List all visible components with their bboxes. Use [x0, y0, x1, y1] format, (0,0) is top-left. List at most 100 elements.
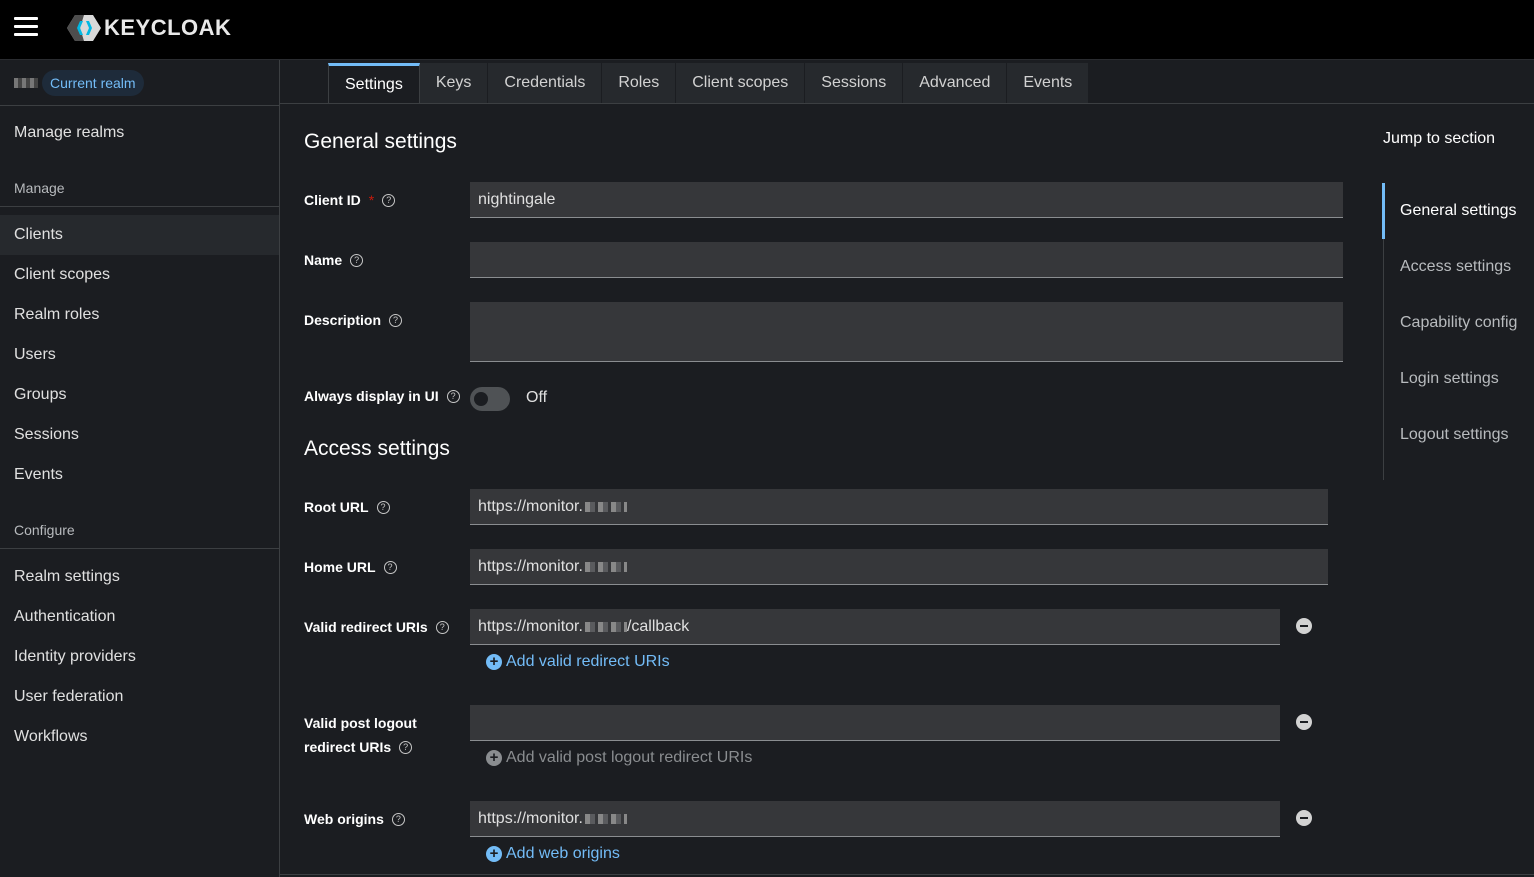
remove-post-logout-uri-icon[interactable]: [1296, 714, 1312, 730]
name-label-text: Name: [304, 252, 343, 268]
jump-list: General settings Access settings Capabil…: [1382, 183, 1534, 480]
tab-credentials[interactable]: Credentials: [488, 63, 603, 103]
client-id-label: Client ID * ?: [304, 188, 396, 212]
redacted-domain: [584, 561, 627, 572]
jump-to-section: Jump to section General settings Access …: [1382, 130, 1533, 480]
brand-name: KEYCLOAK: [104, 15, 232, 40]
tab-events[interactable]: Events: [1007, 63, 1090, 103]
always-display-state: Off: [526, 389, 548, 406]
help-icon[interactable]: ?: [446, 389, 460, 403]
name-label: Name ?: [304, 248, 364, 272]
sidebar-item-user-federation[interactable]: User federation: [0, 677, 279, 717]
sidebar-item-client-scopes[interactable]: Client scopes: [0, 255, 279, 295]
sidebar: Current realm Manage realms Manage Clien…: [0, 60, 280, 877]
redirect-uri-prefix: https://monitor.: [478, 617, 583, 635]
jump-item-login-settings[interactable]: Login settings: [1384, 351, 1534, 407]
help-icon[interactable]: ?: [435, 620, 449, 634]
jump-item-access-settings[interactable]: Access settings: [1384, 239, 1534, 295]
home-url-label: Home URL ?: [304, 555, 397, 579]
tab-advanced[interactable]: Advanced: [903, 63, 1008, 103]
post-logout-label-line2: redirect URIs: [304, 739, 392, 755]
help-icon[interactable]: ?: [383, 560, 397, 574]
sidebar-item-sessions[interactable]: Sessions: [0, 415, 279, 455]
web-origins-input[interactable]: https://monitor.: [470, 801, 1280, 837]
sidebar-item-clients[interactable]: Clients: [0, 215, 279, 255]
web-origins-value: https://monitor.: [478, 809, 583, 827]
always-display-label: Always display in UI ?: [304, 384, 460, 408]
help-icon[interactable]: ?: [382, 193, 396, 207]
home-url-input[interactable]: https://monitor.: [470, 549, 1328, 585]
hamburger-icon[interactable]: [14, 14, 38, 38]
post-logout-label: Valid post logout redirect URIs ?: [304, 711, 417, 759]
section-label-configure: Configure: [0, 513, 279, 549]
help-icon[interactable]: ?: [391, 812, 405, 826]
client-id-label-text: Client ID: [304, 192, 361, 208]
required-marker: *: [368, 192, 375, 208]
tab-client-scopes[interactable]: Client scopes: [676, 63, 806, 103]
redirect-uri-input[interactable]: https://monitor. /callback: [470, 609, 1280, 645]
sidebar-item-manage-realms[interactable]: Manage realms: [0, 113, 279, 153]
realm-selector[interactable]: Current realm: [0, 60, 279, 106]
keycloak-logo-icon: [67, 15, 101, 41]
help-icon[interactable]: ?: [389, 313, 403, 327]
root-url-label-text: Root URL: [304, 499, 369, 515]
description-textarea[interactable]: [470, 302, 1343, 362]
sidebar-item-realm-roles[interactable]: Realm roles: [0, 295, 279, 335]
add-redirect-uri-button[interactable]: + Add valid redirect URIs: [486, 653, 670, 671]
sidebar-item-identity-providers[interactable]: Identity providers: [0, 637, 279, 677]
redirect-uris-label: Valid redirect URIs ?: [304, 615, 449, 639]
access-settings-heading: Access settings: [304, 437, 450, 460]
client-id-input[interactable]: nightingale: [470, 182, 1343, 218]
home-url-value: https://monitor.: [478, 557, 583, 575]
general-settings-heading: General settings: [304, 130, 457, 153]
redirect-uri-suffix: /callback: [626, 617, 690, 635]
section-label-manage: Manage: [0, 171, 279, 207]
remove-web-origin-icon[interactable]: [1296, 810, 1312, 826]
tab-keys[interactable]: Keys: [419, 63, 489, 103]
help-icon[interactable]: ?: [350, 253, 364, 267]
tab-settings[interactable]: Settings: [328, 63, 420, 103]
redacted-domain: [584, 501, 627, 512]
add-web-origins-label: Add web origins: [506, 845, 620, 862]
redacted-domain: [584, 621, 627, 632]
home-url-label-text: Home URL: [304, 559, 376, 575]
tabs-divider: [280, 103, 1534, 104]
sidebar-item-authentication[interactable]: Authentication: [0, 597, 279, 637]
add-web-origins-button[interactable]: + Add web origins: [486, 845, 620, 863]
current-realm-badge: Current realm: [42, 69, 144, 96]
jump-item-capability-config[interactable]: Capability config: [1384, 295, 1534, 351]
masthead: KEYCLOAK: [0, 0, 1534, 60]
jump-item-general-settings[interactable]: General settings: [1382, 183, 1534, 239]
always-display-toggle[interactable]: [470, 387, 510, 411]
root-url-label: Root URL ?: [304, 495, 390, 519]
root-url-input[interactable]: https://monitor.: [470, 489, 1328, 525]
root-url-value: https://monitor.: [478, 497, 583, 515]
jump-item-logout-settings[interactable]: Logout settings: [1384, 407, 1534, 463]
sidebar-item-workflows[interactable]: Workflows: [0, 717, 279, 757]
description-label: Description ?: [304, 308, 403, 332]
sidebar-item-events[interactable]: Events: [0, 455, 279, 495]
post-logout-label-line1: Valid post logout: [304, 715, 417, 731]
tab-sessions[interactable]: Sessions: [805, 63, 904, 103]
name-input[interactable]: [470, 242, 1343, 278]
content-bottom-divider: [280, 874, 1534, 875]
keycloak-logo[interactable]: KEYCLOAK: [66, 12, 231, 44]
sidebar-item-groups[interactable]: Groups: [0, 375, 279, 415]
web-origins-label: Web origins ?: [304, 807, 405, 831]
remove-redirect-uri-icon[interactable]: [1296, 618, 1312, 634]
post-logout-label-line2-wrap: redirect URIs ?: [304, 735, 413, 759]
add-post-logout-uri-button[interactable]: + Add valid post logout redirect URIs: [486, 749, 752, 767]
tab-roles[interactable]: Roles: [602, 63, 677, 103]
plus-circle-icon: +: [486, 654, 502, 670]
post-logout-uri-input[interactable]: [470, 705, 1280, 741]
plus-circle-icon: +: [486, 750, 502, 766]
realm-name-redacted: [14, 77, 38, 88]
redacted-domain: [584, 813, 627, 824]
sidebar-item-realm-settings[interactable]: Realm settings: [0, 557, 279, 597]
help-icon[interactable]: ?: [376, 500, 390, 514]
always-display-label-text: Always display in UI: [304, 388, 439, 404]
sidebar-item-users[interactable]: Users: [0, 335, 279, 375]
add-redirect-uri-label: Add valid redirect URIs: [506, 653, 670, 670]
redirect-uris-label-text: Valid redirect URIs: [304, 619, 428, 635]
help-icon[interactable]: ?: [399, 740, 413, 754]
